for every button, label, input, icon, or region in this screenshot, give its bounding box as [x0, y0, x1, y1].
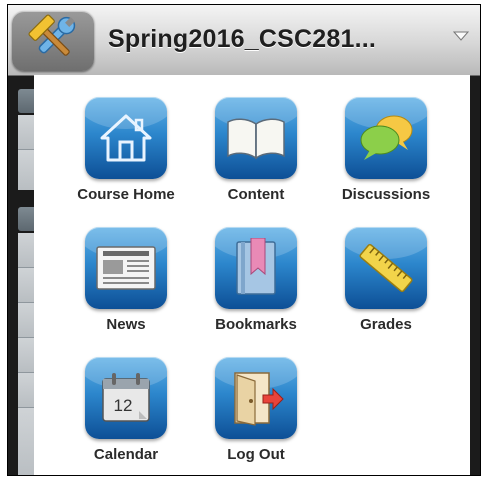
speech-bubbles-icon [345, 97, 427, 179]
menu-item-news[interactable]: News [63, 227, 189, 347]
book-icon [215, 97, 297, 179]
menu-item-label: Calendar [93, 446, 159, 463]
menu-item-grades[interactable]: Grades [323, 227, 449, 347]
course-dropdown-button[interactable] [448, 27, 474, 49]
tools-button[interactable] [12, 11, 94, 71]
menu-item-bookmarks[interactable]: Bookmarks [193, 227, 319, 347]
menu-item-label: Course Home [77, 186, 175, 203]
menu-item-course-home[interactable]: Course Home [63, 97, 189, 217]
menu-item-label: Bookmarks [215, 316, 297, 333]
newspaper-icon [85, 227, 167, 309]
chevron-down-icon [452, 29, 470, 47]
navigation-menu: Course Home Content Discussions News Boo… [34, 75, 470, 475]
menu-item-label: Discussions [341, 186, 431, 203]
calendar-icon: 12 [85, 357, 167, 439]
logout-door-icon [215, 357, 297, 439]
bookmark-icon [215, 227, 297, 309]
home-icon [85, 97, 167, 179]
app-frame: Spring2016_CSC281... Course Home Content… [7, 4, 481, 476]
menu-item-log-out[interactable]: Log Out [193, 357, 319, 475]
calendar-day-text: 12 [114, 396, 133, 415]
menu-item-calendar[interactable]: 12 Calendar [63, 357, 189, 475]
menu-item-label: Grades [360, 316, 412, 333]
menu-item-discussions[interactable]: Discussions [323, 97, 449, 217]
tools-icon [25, 13, 81, 69]
menu-item-label: News [106, 316, 146, 333]
menu-item-label: Log Out [227, 446, 285, 463]
menu-item-content[interactable]: Content [193, 97, 319, 217]
ruler-icon [345, 227, 427, 309]
menu-item-label: Content [227, 186, 285, 203]
course-title[interactable]: Spring2016_CSC281... [108, 19, 376, 59]
course-header-bar: Spring2016_CSC281... [8, 5, 480, 76]
